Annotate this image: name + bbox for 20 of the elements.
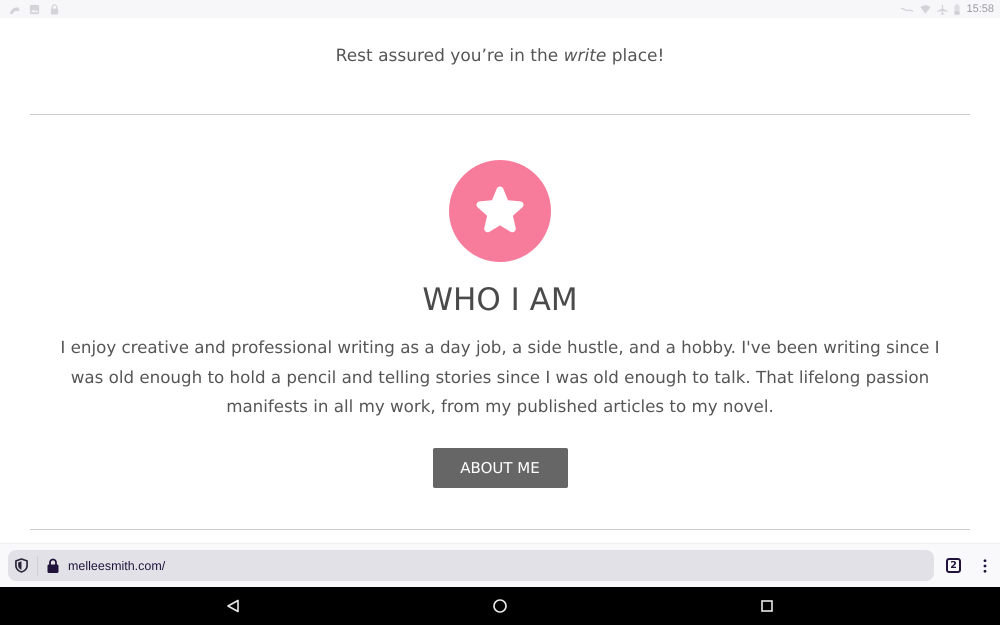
menu-icon[interactable] — [983, 558, 987, 572]
lock-icon — [49, 4, 60, 14]
battery-icon — [954, 4, 960, 14]
tagline-text: Rest assured you’re in the write place! — [336, 45, 664, 68]
recents-icon[interactable] — [761, 600, 773, 612]
url-text: melleesmith.com/ — [68, 558, 166, 572]
status-time: 15:58 — [966, 3, 994, 15]
tab-count-button[interactable]: 2 — [946, 558, 961, 573]
home-icon[interactable] — [493, 599, 507, 613]
wifi-icon — [920, 4, 932, 14]
section-paragraph: I enjoy creative and professional writing as a day job, a side hustle, and a hobby. I've been writing since I was old enough to hold a pencil and telling stories since I was old enough to talk. That lifelong passion manifests in all my work, from my published articles to my novel. — [59, 336, 941, 418]
lock-icon — [47, 558, 59, 573]
section-heading: WHO I AM — [422, 281, 578, 320]
about-me-button[interactable]: ABOUT ME — [432, 448, 568, 488]
image-icon — [29, 4, 40, 14]
airplane-icon — [937, 4, 948, 14]
back-icon[interactable] — [226, 599, 240, 613]
address-field[interactable]: melleesmith.com/ — [8, 550, 934, 581]
shield-icon[interactable] — [15, 558, 28, 573]
wave-icon — [900, 6, 914, 12]
